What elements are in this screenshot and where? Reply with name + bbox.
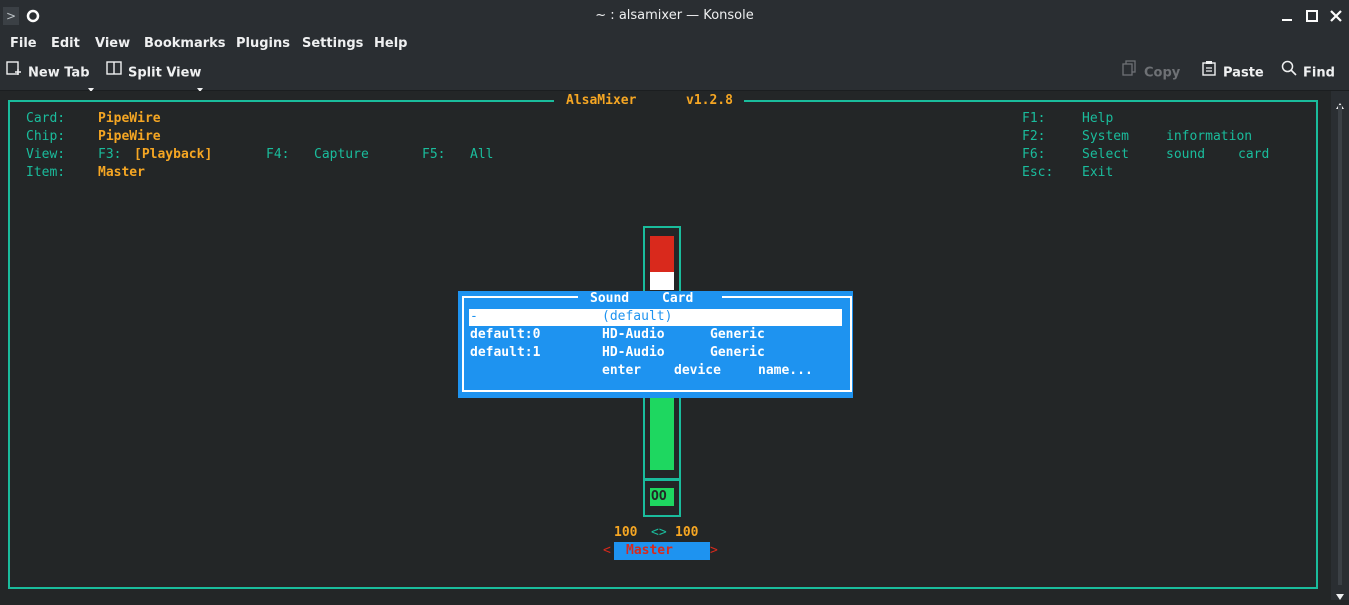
- help-f1-text: Help: [1082, 111, 1114, 126]
- help-f2-word-2: information: [1166, 129, 1253, 144]
- new-tab-button[interactable]: New Tab: [6, 56, 90, 90]
- f3-key: F3:: [98, 147, 122, 162]
- help-f6-key: F6:: [1022, 147, 1046, 162]
- split-view-label: Split View: [128, 65, 202, 81]
- dialog-row-2-col1[interactable]: default:1: [470, 344, 540, 362]
- left-level: 100: [614, 525, 638, 540]
- dialog-row-1-col2[interactable]: HD-Audio: [602, 326, 665, 344]
- maximize-icon[interactable]: [1303, 7, 1321, 25]
- split-view-icon: [106, 56, 122, 90]
- scroll-track[interactable]: [1338, 105, 1342, 585]
- dialog-row-3-col4[interactable]: name...: [758, 362, 813, 380]
- dialog-title-word-2: Card: [662, 291, 694, 306]
- chip-label: Chip:: [26, 129, 66, 144]
- volume-meter-red: [650, 236, 674, 272]
- dialog-row-2-col2[interactable]: HD-Audio: [602, 344, 665, 362]
- right-bracket: >: [710, 543, 718, 558]
- search-icon: [1281, 56, 1297, 90]
- menu-view[interactable]: View: [95, 32, 130, 56]
- help-f6-word-3: card: [1238, 147, 1270, 162]
- chip-value: PipeWire: [98, 129, 161, 144]
- master-channel-name: Master: [626, 543, 673, 558]
- find-button[interactable]: Find: [1281, 56, 1335, 90]
- scroll-down-icon[interactable]: [1335, 586, 1345, 600]
- dialog-row-3-col2[interactable]: enter: [602, 362, 641, 380]
- balance-arrows: <>: [651, 525, 667, 540]
- help-f6-word-2: sound: [1166, 147, 1206, 162]
- view-capture[interactable]: Capture: [314, 146, 369, 164]
- menu-edit[interactable]: Edit: [51, 32, 80, 56]
- menu-help[interactable]: Help: [374, 32, 407, 56]
- view-playback[interactable]: [Playback]: [134, 146, 212, 164]
- new-tab-icon: [6, 56, 22, 90]
- window-title: ~ : alsamixer — Konsole: [595, 8, 754, 23]
- card-label: Card:: [26, 111, 66, 126]
- help-esc-key: Esc:: [1022, 165, 1054, 180]
- menu-settings[interactable]: Settings: [302, 32, 363, 56]
- split-view-dropdown-icon[interactable]: [197, 78, 203, 92]
- right-level: 100: [675, 525, 699, 540]
- copy-button[interactable]: Copy: [1122, 56, 1180, 90]
- split-view-button[interactable]: Split View: [106, 56, 201, 90]
- copy-icon: [1122, 56, 1138, 90]
- minimize-icon[interactable]: [1278, 7, 1296, 25]
- dialog-row-0-col2[interactable]: (default): [602, 308, 672, 326]
- volume-meter-white: [650, 272, 674, 290]
- help-f2-key: F2:: [1022, 129, 1046, 144]
- help-f6-word-1: Select: [1082, 147, 1129, 162]
- new-tab-label: New Tab: [28, 65, 90, 81]
- paste-label: Paste: [1223, 65, 1264, 81]
- mute-label: OO: [651, 489, 667, 504]
- mixer-app-name: AlsaMixer: [566, 93, 637, 108]
- dialog-row-2-col3[interactable]: Generic: [710, 344, 765, 362]
- view-all[interactable]: All: [470, 146, 493, 164]
- paste-icon: [1201, 56, 1217, 90]
- close-icon[interactable]: [1327, 7, 1345, 25]
- find-label: Find: [1303, 65, 1335, 81]
- copy-label: Copy: [1144, 65, 1181, 81]
- item-label: Item:: [26, 165, 66, 180]
- volume-meter-green: [650, 396, 674, 470]
- item-value: Master: [98, 165, 145, 180]
- help-f1-key: F1:: [1022, 111, 1046, 126]
- f4-key: F4:: [266, 147, 290, 162]
- left-bracket: <: [603, 543, 611, 558]
- card-value: PipeWire: [98, 111, 161, 126]
- dialog-row-1-col1[interactable]: default:0: [470, 326, 540, 344]
- scrollbar[interactable]: [1331, 91, 1349, 600]
- dialog-row-0-col1[interactable]: -: [470, 308, 478, 326]
- menu-plugins[interactable]: Plugins: [236, 32, 290, 56]
- dialog-row-3-col3[interactable]: device: [674, 362, 721, 380]
- dialog-title-word-1: Sound: [590, 291, 630, 306]
- menu-bookmarks[interactable]: Bookmarks: [144, 32, 226, 56]
- paste-button[interactable]: Paste: [1201, 56, 1264, 90]
- dialog-row-1-col3[interactable]: Generic: [710, 326, 765, 344]
- new-tab-dropdown-icon[interactable]: [88, 78, 94, 92]
- view-label: View:: [26, 147, 66, 162]
- help-f2-word-1: System: [1082, 129, 1129, 144]
- scroll-up-icon[interactable]: [1335, 95, 1345, 109]
- mixer-version: v1.2.8: [686, 93, 733, 108]
- help-esc-text: Exit: [1082, 165, 1114, 180]
- menu-file[interactable]: File: [10, 32, 37, 56]
- f5-key: F5:: [422, 147, 446, 162]
